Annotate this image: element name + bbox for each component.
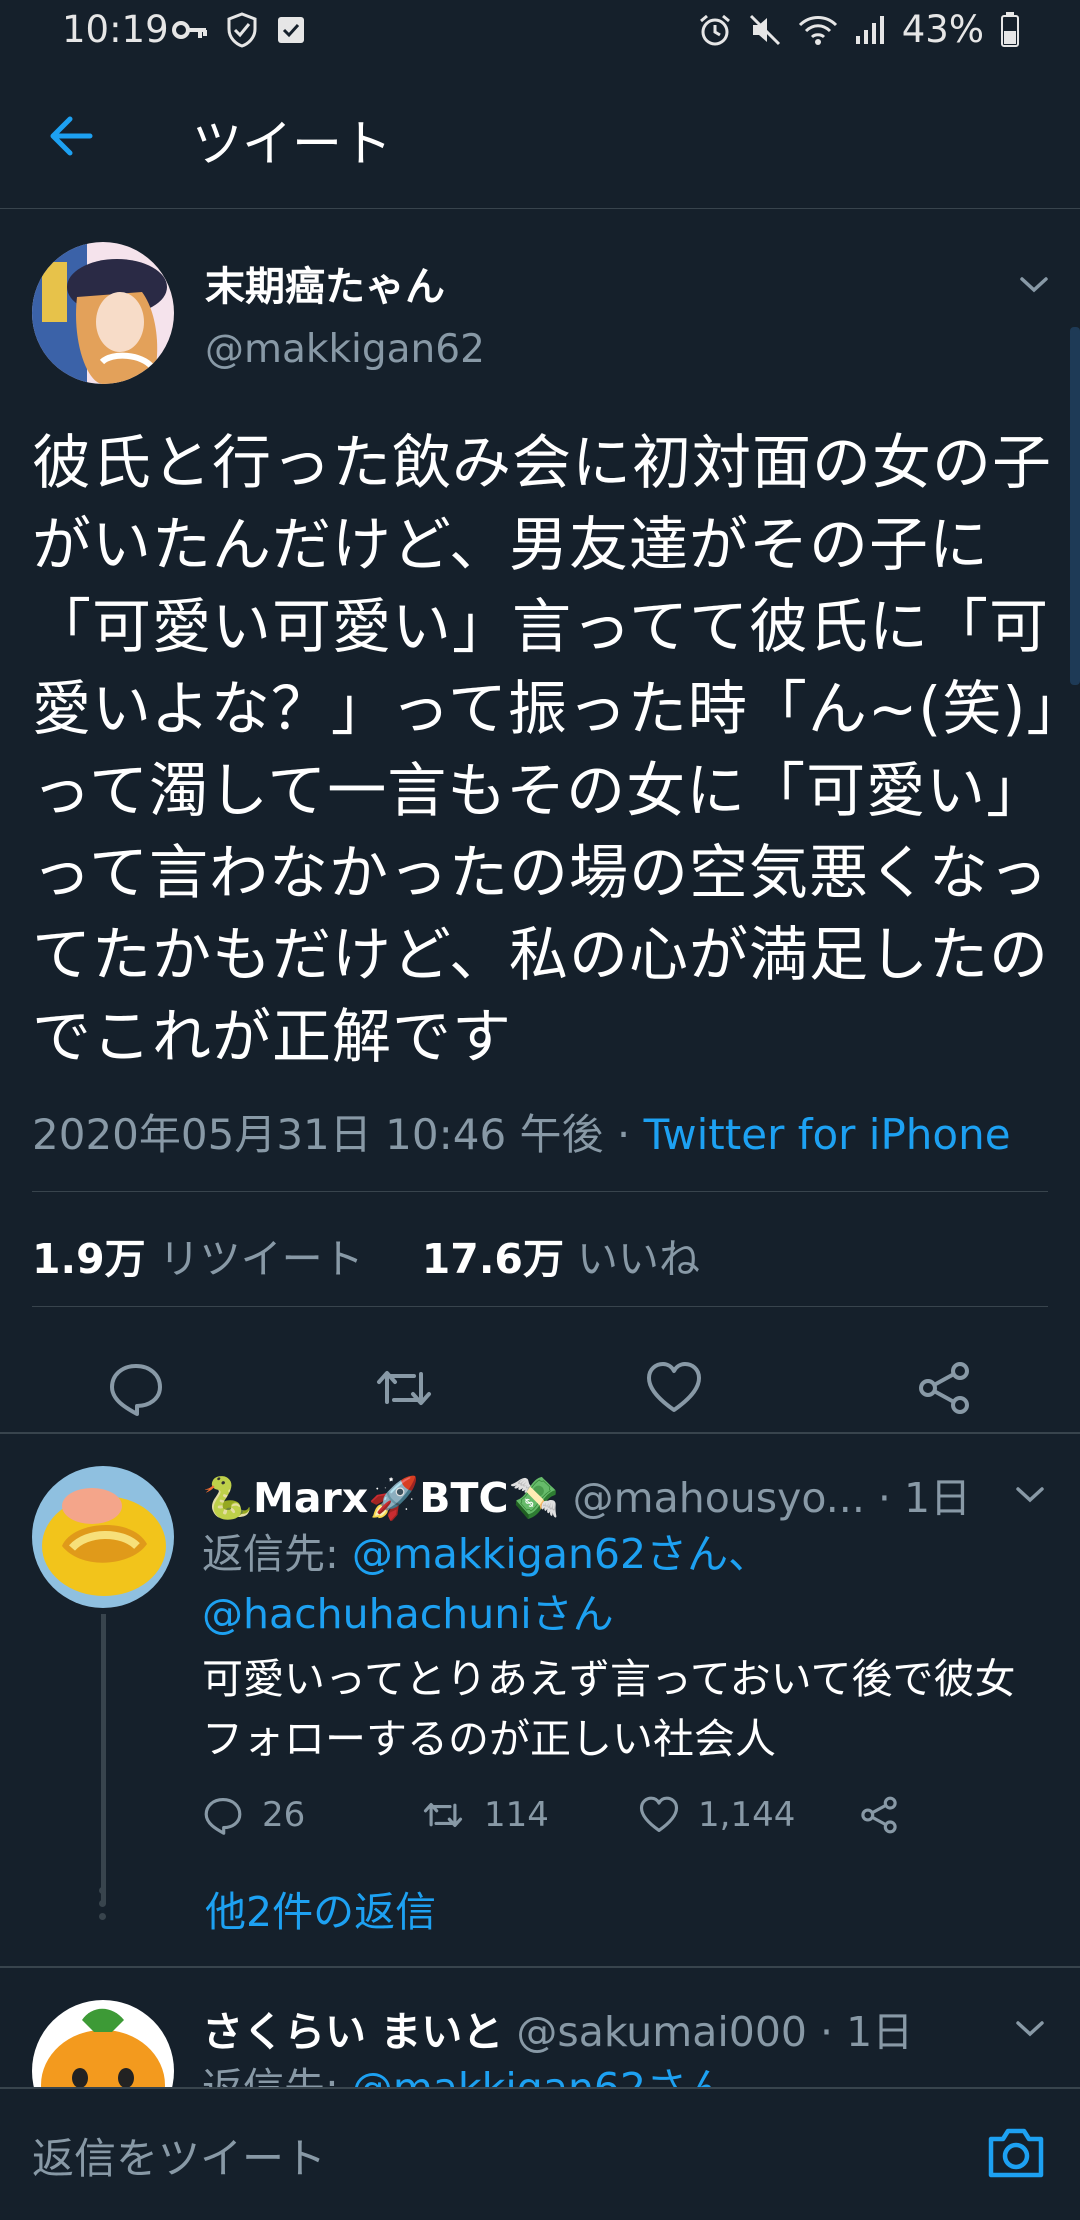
avatar[interactable] [32, 1466, 174, 1608]
reply-icon [110, 1364, 162, 1416]
share-icon [919, 1362, 969, 1414]
author-handle[interactable]: @makkigan62 [205, 327, 485, 372]
likes-count[interactable]: 17.6万 [422, 1235, 564, 1283]
like-button[interactable] [644, 1358, 704, 1418]
retweets-label[interactable]: リツイート [159, 1235, 364, 1283]
like-icon [639, 1796, 679, 1832]
divider [32, 1191, 1048, 1192]
reply-input[interactable]: 返信をツイート [32, 2125, 326, 2186]
page-title: ツイート [192, 115, 392, 173]
status-right-icons: 43% [698, 8, 1020, 51]
mute-icon [749, 14, 780, 45]
tweet-menu-button[interactable] [1014, 269, 1054, 299]
divider [32, 1306, 1048, 1307]
avatar[interactable] [32, 242, 174, 384]
alarm-icon [699, 14, 730, 45]
thread-dots [97, 1887, 109, 1920]
compose-bar: 返信をツイート [0, 2087, 1080, 2220]
reply-retweet-button[interactable]: 114 [420, 1794, 549, 1836]
reply-button[interactable] [106, 1358, 166, 1418]
reply-to-label: 返信先: [202, 1530, 352, 1578]
reply-to-mention[interactable]: @makkigan62さん [352, 2064, 728, 2087]
wifi-icon [798, 15, 837, 45]
reply-to-mention[interactable]: @hachuhachuniさん [202, 1590, 614, 1638]
battery-icon [1001, 11, 1019, 47]
shield-check-icon [227, 12, 257, 48]
reply-header: さくらい まいと @sakumai000 · 1日 [202, 1998, 913, 2058]
reply-to-line: 返信先: @makkigan62さん [202, 2058, 1042, 2087]
reply-age: · 1日 [820, 2008, 914, 2056]
reply-author-name[interactable]: 🐍Marx🚀BTC💸 [202, 1474, 560, 1522]
share-button[interactable] [914, 1358, 974, 1418]
battery-percent: 43% [901, 8, 984, 51]
tweet-text: 彼氏と行った飲み会に初対面の女の子がいたんだけど、男友達がその子に「可愛い可愛い… [32, 428, 1057, 1071]
chevron-down-icon [1020, 277, 1048, 293]
camera-icon [988, 2128, 1044, 2178]
reply-reply-button[interactable]: 26 [202, 1794, 305, 1836]
reply-to-mention[interactable]: @makkigan62さん、 [352, 1530, 769, 1578]
thread-line [101, 1614, 106, 1904]
reply-header: 🐍Marx🚀BTC💸 @mahousyo... · 1日 [202, 1464, 971, 1524]
more-replies-link[interactable]: 他2件の返信 [205, 1878, 436, 1938]
tweet-meta: 2020年05月31日 10:46 午後 · Twitter for iPhon… [32, 1101, 1011, 1162]
reply-to-label: 返信先: [202, 2064, 352, 2087]
tweet-stats: 1.9万 リツイート 17.6万 いいね [32, 1225, 700, 1285]
like-count: 1,144 [698, 1795, 796, 1835]
scrollbar[interactable] [1070, 327, 1080, 685]
chevron-down-icon [1016, 2021, 1044, 2037]
reply-share-button[interactable] [858, 1794, 900, 1836]
signal-icon [855, 15, 884, 44]
reply-age: · 1日 [877, 1474, 972, 1522]
reply-like-button[interactable]: 1,144 [638, 1794, 795, 1836]
reply-author-handle[interactable]: @sakumai000 [516, 2008, 807, 2056]
reply-actions: 26 114 1,144 [202, 1794, 962, 1854]
chevron-down-icon [1016, 1487, 1044, 1503]
retweet-icon [423, 1802, 463, 1828]
author-name[interactable]: 末期癌たゃん [205, 254, 445, 312]
retweet-count: 114 [484, 1795, 549, 1835]
status-time: 10:19 [62, 8, 169, 51]
camera-button[interactable] [985, 2125, 1047, 2181]
avatar[interactable] [32, 2000, 174, 2087]
retweet-button[interactable] [374, 1358, 434, 1418]
divider [0, 1432, 1080, 1434]
reply-icon [204, 1798, 242, 1835]
retweet-icon [377, 1371, 431, 1405]
back-arrow-icon [50, 116, 93, 156]
header-bar: ツイート [0, 66, 1080, 209]
reply-to-line: 返信先: @makkigan62さん、 @hachuhachuniさん [202, 1524, 1042, 1644]
reply-count: 26 [262, 1795, 306, 1835]
reply-author-name[interactable]: さくらい まいと [202, 2008, 503, 2056]
share-icon [861, 1796, 897, 1834]
key-icon [172, 21, 207, 39]
reply-author-handle[interactable]: @mahousyo... [573, 1474, 865, 1522]
reply-menu-button[interactable] [1010, 1479, 1050, 1509]
retweets-count[interactable]: 1.9万 [32, 1235, 146, 1283]
tweet-timestamp: 2020年05月31日 10:46 午後 · [32, 1110, 644, 1159]
status-bar: 10:19 43% [0, 0, 1080, 66]
reply-text: 可愛いってとりあえず言っておいて後で彼女フォローするのが正しい社会人 [202, 1655, 1016, 1763]
status-left-icons [172, 12, 306, 48]
reply-tweet[interactable]: さくらい まいと @sakumai000 · 1日 返信先: @makkigan… [0, 1968, 1080, 2087]
checkbox-icon [278, 17, 304, 43]
likes-label[interactable]: いいね [577, 1235, 700, 1283]
back-button[interactable] [42, 106, 102, 166]
tweet-source-link[interactable]: Twitter for iPhone [644, 1110, 1011, 1159]
like-icon [647, 1362, 701, 1412]
reply-menu-button[interactable] [1010, 2013, 1050, 2043]
